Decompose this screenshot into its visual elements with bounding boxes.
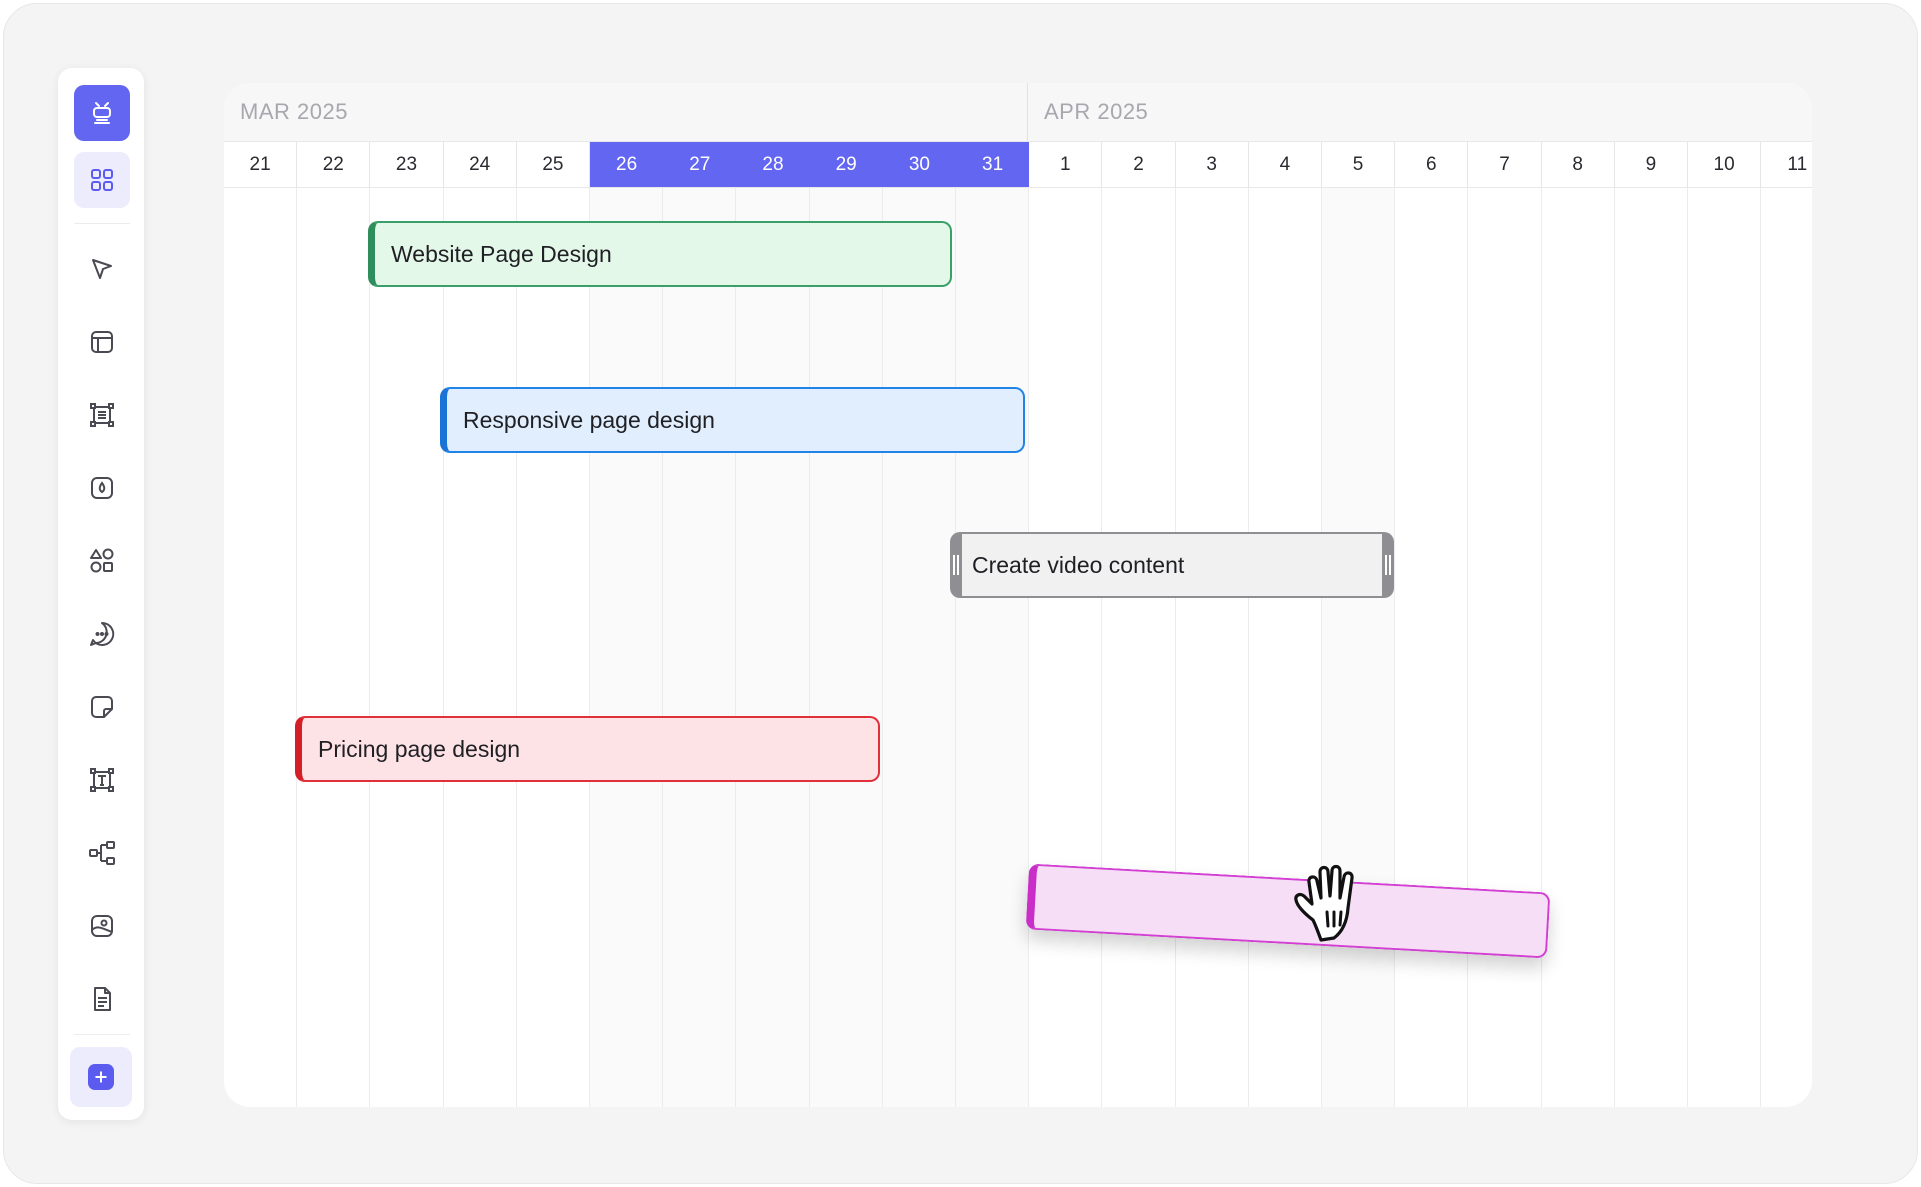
task-label: Website Page Design [391,240,612,267]
resize-handle-right[interactable] [1382,532,1394,598]
day-column [1395,188,1469,1107]
document-tool-button[interactable] [74,971,130,1027]
day-column [590,188,664,1107]
day-header-cell[interactable]: 27 [663,142,737,187]
left-toolbar [58,68,144,1120]
day-header-cell[interactable]: 3 [1176,142,1249,187]
day-header-cell[interactable]: 4 [1249,142,1322,187]
day-header-cell[interactable]: 26 [590,142,664,187]
day-header-cell[interactable]: 11 [1761,142,1812,187]
day-column [736,188,810,1107]
day-column [1542,188,1615,1107]
grab-hand-icon [1294,864,1354,942]
ink-tool-button[interactable] [74,460,130,516]
day-column [1615,188,1688,1107]
day-header-cell[interactable]: 28 [736,142,810,187]
embed-tool-button[interactable] [74,898,130,954]
day-header-cell[interactable]: 8 [1542,142,1615,187]
task-label: Responsive page design [463,406,715,433]
day-column [1322,188,1396,1107]
day-column [1176,188,1249,1107]
day-column [1688,188,1762,1107]
day-column [224,188,298,1107]
month-header: MAR 2025 APR 2025 [224,83,1812,141]
day-column [444,188,517,1107]
day-header-cell[interactable]: 24 [444,142,517,187]
shapes-tool-button[interactable] [74,533,130,589]
month-label-march: MAR 2025 [240,99,348,124]
plus-icon [88,1064,114,1090]
grid-icon [91,169,113,191]
day-column [517,188,590,1107]
task-label: Pricing page design [318,735,521,762]
day-header-cell[interactable]: 6 [1395,142,1469,187]
document-icon [94,987,111,1011]
day-header-cell[interactable]: 10 [1688,142,1762,187]
timeline-grid [224,188,1812,1107]
select-tool-button[interactable] [74,241,130,297]
day-header-cell[interactable]: 7 [1468,142,1542,187]
comment-icon [90,621,115,646]
day-header-cell[interactable]: 23 [370,142,444,187]
task-bar-responsive-page-design[interactable]: Responsive page design [440,387,1025,453]
day-header-cell[interactable]: 25 [517,142,590,187]
day-header-cell[interactable]: 29 [809,142,883,187]
day-header-cell[interactable]: 31 [956,142,1030,187]
day-column [663,188,737,1107]
task-bar-website-page-design[interactable]: Website Page Design [368,221,952,287]
layout-icon [91,331,113,353]
gantt-board: MAR 2025 APR 2025 21 22 23 24 25 26 27 28 29 30 31… [224,83,1812,1107]
task-bar-pricing-page-design[interactable]: Pricing page design [295,716,880,782]
shapes-icon [90,548,114,573]
day-header-cell[interactable]: 21 [224,142,298,187]
day-header-cell[interactable]: 22 [297,142,371,187]
ai-assistant-button[interactable] [74,85,130,141]
day-column [882,188,956,1107]
day-column [1468,188,1542,1107]
text-tool-button[interactable] [74,752,130,808]
frame-icon [90,403,114,427]
toolbar-divider [74,223,130,224]
cursor-icon [92,259,112,279]
layout-tool-button[interactable] [74,314,130,370]
day-header: 21 22 23 24 25 26 27 28 29 30 31 1 2 3 4 5 6 7 8 9 10 11 [224,141,1812,188]
resize-handle-left[interactable] [950,532,962,598]
day-column [809,188,883,1107]
task-bar-create-video-content[interactable]: Create video content [950,532,1394,598]
day-column [956,188,1030,1107]
add-button[interactable] [70,1047,132,1107]
day-column [1102,188,1176,1107]
day-header-cell[interactable]: 5 [1322,142,1396,187]
day-header-cell[interactable]: 30 [882,142,956,187]
day-column [1029,188,1103,1107]
frame-tool-button[interactable] [74,387,130,443]
day-column [370,188,444,1107]
ink-icon [91,477,113,499]
templates-button[interactable] [74,152,130,208]
day-header-cell[interactable]: 2 [1102,142,1176,187]
comment-tool-button[interactable] [74,606,130,662]
mindmap-tool-button[interactable] [74,825,130,881]
month-label-april: APR 2025 [1044,99,1149,124]
text-icon [90,768,114,792]
embed-icon [91,915,113,937]
task-label: Create video content [972,551,1185,578]
toolbar-divider [74,1034,130,1035]
day-header-cell[interactable]: 1 [1029,142,1103,187]
sticky-note-tool-button[interactable] [74,679,130,735]
robot-icon [93,102,111,124]
day-column [297,188,371,1107]
day-column [1249,188,1322,1107]
day-column [1761,188,1812,1107]
task-label [1035,897,1051,898]
day-header-cell[interactable]: 9 [1615,142,1688,187]
mindmap-icon [89,841,115,865]
sticky-note-icon [91,696,113,718]
